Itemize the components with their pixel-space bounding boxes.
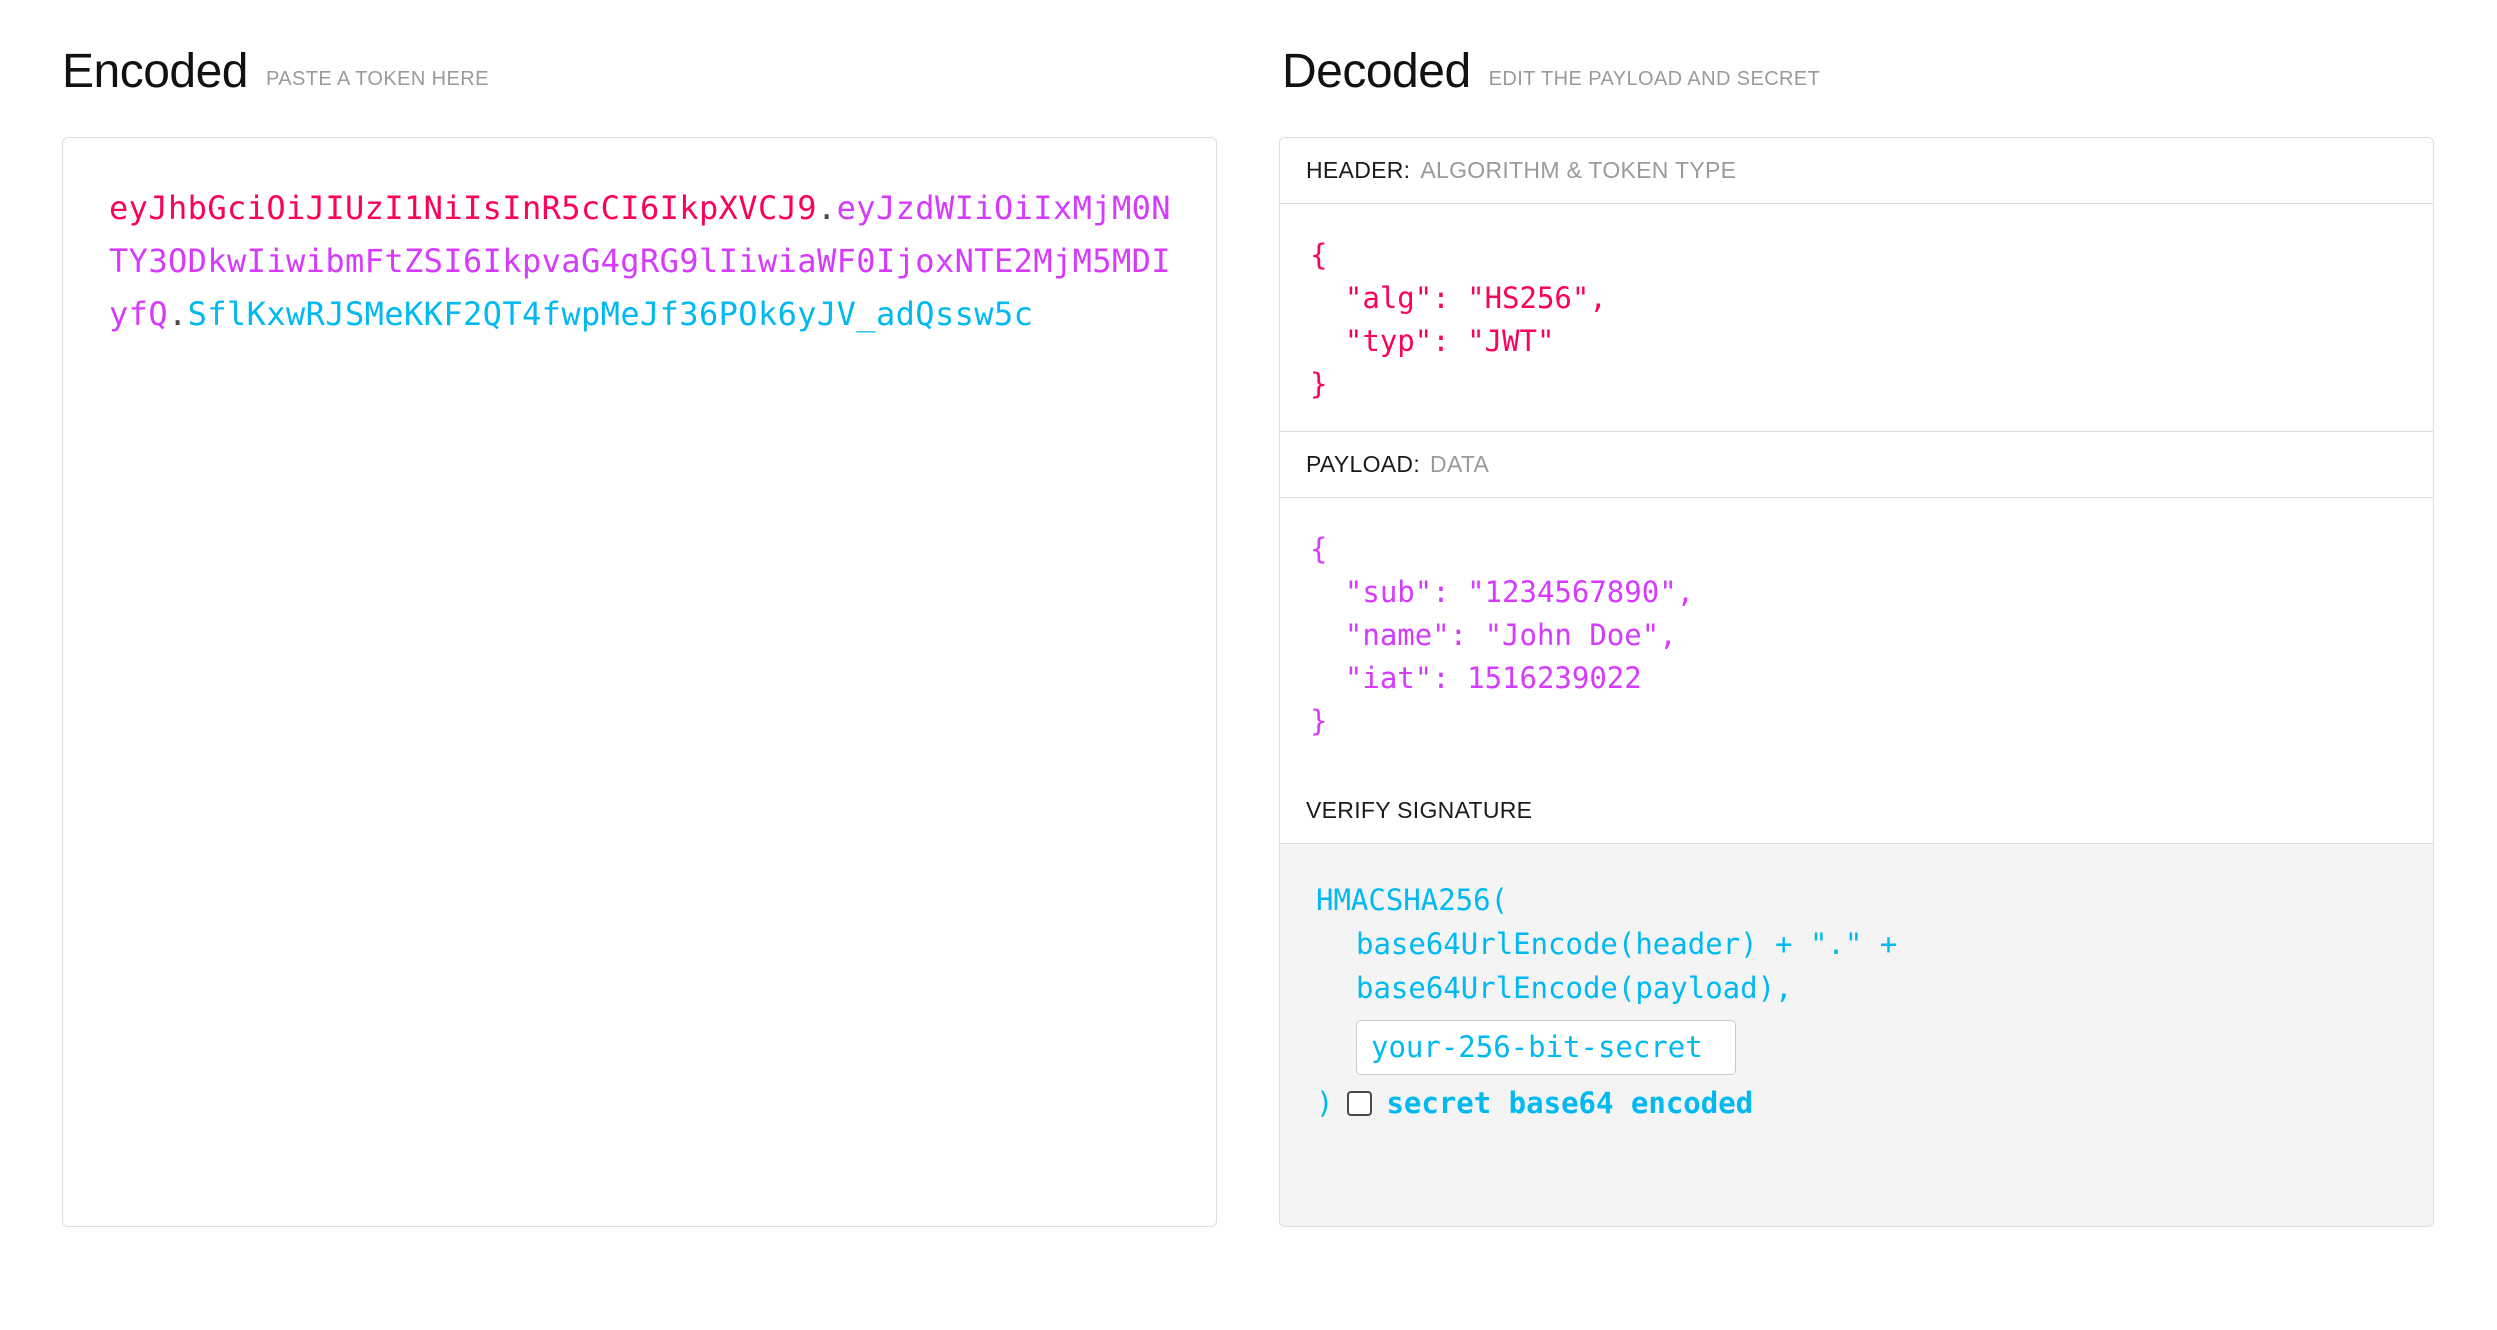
encoded-header: Encoded PASTE A TOKEN HERE [62, 48, 1217, 110]
header-json-editor[interactable]: { "alg": "HS256", "typ": "JWT" } [1280, 204, 2433, 432]
base64-header-line: base64UrlEncode(header) + "." + [1356, 927, 1898, 962]
header-sublabel-text: ALGORITHM & TOKEN TYPE [1420, 157, 1737, 183]
decoded-panel: HEADER: ALGORITHM & TOKEN TYPE { "alg": … [1279, 137, 2434, 1227]
decoded-header: Decoded EDIT THE PAYLOAD AND SECRET [1279, 48, 2434, 110]
verify-signature-label: VERIFY SIGNATURE [1280, 778, 2433, 844]
verify-label-text: VERIFY SIGNATURE [1306, 797, 1533, 823]
secret-input-row [1316, 1020, 2407, 1076]
encoded-subtitle: PASTE A TOKEN HERE [266, 68, 489, 90]
token-header-segment: eyJhbGciOiJIUzI1NiIsInR5cCI6IkpXVCJ9 [109, 189, 817, 227]
header-label-text: HEADER: [1306, 157, 1411, 183]
verify-signature-body: HMACSHA256( base64UrlEncode(header) + ".… [1280, 844, 2433, 1226]
jwt-debugger-page: Encoded PASTE A TOKEN HERE eyJhbGciOiJIU… [0, 0, 2497, 1330]
payload-label-text: PAYLOAD: [1306, 451, 1421, 477]
hmac-open-line: HMACSHA256( [1316, 883, 1509, 917]
payload-json-text: { "sub": "1234567890", "name": "John Doe… [1310, 532, 1695, 738]
token-separator-2: . [168, 295, 188, 334]
secret-input[interactable] [1356, 1020, 1736, 1076]
jwt-token-text[interactable]: eyJhbGciOiJIUzI1NiIsInR5cCI6IkpXVCJ9.eyJ… [109, 182, 1172, 341]
secret-base64-checkbox[interactable] [1347, 1091, 1373, 1117]
base64-payload-line: base64UrlEncode(payload), [1356, 971, 1793, 1006]
payload-sublabel-text: DATA [1430, 451, 1490, 477]
signature-closing-row: ) secret base64 encoded [1316, 1089, 2407, 1118]
payload-section-label: PAYLOAD: DATA [1280, 432, 2433, 498]
token-separator-1: . [816, 189, 837, 227]
decoded-column: Decoded EDIT THE PAYLOAD AND SECRET HEAD… [1279, 48, 2434, 1227]
header-section-label: HEADER: ALGORITHM & TOKEN TYPE [1280, 138, 2433, 204]
decoded-title: Decoded [1282, 45, 1471, 98]
secret-base64-label[interactable]: secret base64 encoded [1386, 1089, 1753, 1118]
encoded-token-panel[interactable]: eyJhbGciOiJIUzI1NiIsInR5cCI6IkpXVCJ9.eyJ… [62, 137, 1217, 1227]
header-json-text: { "alg": "HS256", "typ": "JWT" } [1310, 238, 1607, 401]
decoded-subtitle: EDIT THE PAYLOAD AND SECRET [1488, 68, 1821, 90]
payload-json-editor[interactable]: { "sub": "1234567890", "name": "John Doe… [1280, 498, 2433, 778]
encoded-title: Encoded [62, 45, 249, 98]
token-signature-segment: SflKxwRJSMeKKF2QT4fwpMeJf36POk6yJV_adQss… [187, 295, 1034, 334]
encoded-column: Encoded PASTE A TOKEN HERE eyJhbGciOiJIU… [62, 48, 1217, 1227]
closing-paren: ) [1316, 1086, 1334, 1121]
columns-container: Encoded PASTE A TOKEN HERE eyJhbGciOiJIU… [0, 0, 2497, 1227]
